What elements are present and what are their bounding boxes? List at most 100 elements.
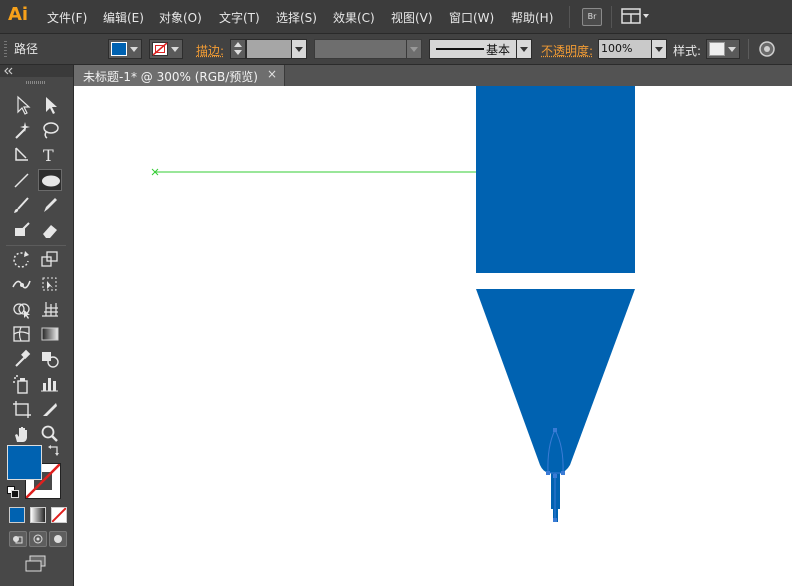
chevron-down-icon — [171, 47, 179, 52]
free-transform-tool[interactable] — [38, 273, 62, 295]
zoom-tool[interactable] — [38, 423, 62, 445]
collapse-panel-icon[interactable] — [3, 66, 15, 76]
symbol-sprayer-tool[interactable] — [10, 373, 34, 395]
lasso-icon — [43, 122, 59, 139]
blend-tool[interactable] — [38, 348, 62, 370]
tools-panel: T — [0, 65, 74, 586]
width-icon — [12, 280, 31, 289]
slice-tool[interactable] — [38, 398, 62, 420]
svg-text:T: T — [43, 146, 54, 165]
gradient-mode-button[interactable] — [30, 507, 46, 523]
free-transform-icon — [42, 277, 57, 291]
hand-tool[interactable] — [10, 423, 34, 445]
none-mode-button[interactable] — [51, 507, 67, 523]
menu-separator — [569, 6, 570, 28]
anchor-point[interactable] — [553, 428, 557, 432]
direct-selection-tool[interactable] — [38, 94, 62, 116]
menu-select[interactable]: 选择(S) — [276, 9, 317, 26]
swap-fill-stroke-button[interactable] — [47, 443, 61, 457]
variable-width-dropdown[interactable] — [406, 39, 422, 59]
menu-file[interactable]: 文件(F) — [47, 9, 87, 26]
stroke-color-button[interactable] — [149, 39, 183, 59]
pen-nib-icon — [15, 147, 28, 161]
blob-brush-tool[interactable] — [10, 219, 34, 241]
stroke-weight-dropdown[interactable] — [291, 39, 307, 59]
gradient-icon — [41, 327, 59, 341]
fill-color-box[interactable] — [7, 445, 42, 480]
draw-inside-button[interactable] — [49, 531, 67, 547]
stroke-weight-stepper[interactable] — [230, 39, 246, 59]
tools-panel-header[interactable] — [0, 65, 73, 77]
menu-window[interactable]: 窗口(W) — [449, 9, 494, 26]
blob-brush-icon — [15, 222, 30, 236]
anchor-point[interactable] — [553, 518, 557, 522]
artboard-tool[interactable] — [10, 398, 34, 420]
stroke-weight-input[interactable] — [246, 39, 292, 59]
rotate-tool[interactable] — [10, 248, 34, 270]
workspace-switcher-button[interactable] — [620, 7, 652, 25]
spray-can-icon — [13, 375, 28, 394]
shape-builder-tool[interactable] — [10, 298, 34, 320]
opacity-label[interactable]: 不透明度: — [541, 42, 593, 59]
tools-panel-grip[interactable] — [26, 81, 46, 84]
color-wheel-icon — [759, 41, 775, 57]
brush-definition-dropdown[interactable] — [516, 39, 532, 59]
eraser-tool[interactable] — [38, 219, 62, 241]
menu-separator — [611, 6, 612, 28]
fill-color-button[interactable] — [108, 39, 142, 59]
ellipse-tool[interactable] — [38, 169, 62, 191]
lasso-tool[interactable] — [38, 119, 62, 141]
menu-help[interactable]: 帮助(H) — [511, 9, 553, 26]
anchor-point[interactable] — [561, 471, 565, 475]
menu-object[interactable]: 对象(O) — [159, 9, 202, 26]
bridge-button[interactable]: Br — [582, 8, 602, 26]
selection-tool[interactable] — [10, 94, 34, 116]
menu-edit[interactable]: 编辑(E) — [103, 9, 144, 26]
bar-graph-icon — [41, 378, 58, 392]
recolor-artwork-button[interactable] — [758, 40, 776, 58]
brush-definition-field[interactable]: 基本 — [429, 39, 517, 59]
draw-normal-button[interactable] — [9, 531, 27, 547]
chevron-down-icon — [295, 47, 303, 52]
style-label: 样式: — [673, 44, 702, 58]
color-mode-button[interactable] — [9, 507, 25, 523]
scale-tool[interactable] — [38, 248, 62, 270]
menu-effect[interactable]: 效果(C) — [333, 9, 375, 26]
pencil-tool[interactable] — [38, 194, 62, 216]
anchor-point[interactable] — [553, 474, 557, 478]
mesh-tool[interactable] — [10, 323, 34, 345]
close-tab-icon[interactable]: × — [267, 67, 277, 81]
width-tool[interactable] — [10, 273, 34, 295]
control-bar-grip[interactable] — [4, 41, 7, 57]
default-colors-button[interactable] — [7, 486, 19, 498]
pen-cone-shape[interactable] — [476, 289, 635, 473]
paintbrush-tool[interactable] — [10, 194, 34, 216]
artboard-canvas[interactable] — [74, 86, 792, 586]
eyedropper-tool[interactable] — [10, 348, 34, 370]
document-tab[interactable]: 未标题-1* @ 300% (RGB/预览) × — [74, 65, 285, 86]
pen-tool[interactable] — [10, 144, 34, 166]
column-graph-tool[interactable] — [38, 373, 62, 395]
graphic-style-button[interactable] — [706, 39, 740, 59]
draw-behind-button[interactable] — [29, 531, 47, 547]
menu-type[interactable]: 文字(T) — [219, 9, 260, 26]
brush-profile-label: 基本 — [486, 43, 511, 57]
opacity-value: 100% — [601, 42, 633, 55]
opacity-input[interactable]: 100% — [598, 39, 652, 59]
magic-wand-tool[interactable] — [10, 119, 34, 141]
menu-view[interactable]: 视图(V) — [391, 9, 433, 26]
pencil-icon — [44, 198, 57, 212]
pen-body-rectangle[interactable] — [476, 86, 635, 273]
opacity-dropdown[interactable] — [651, 39, 667, 59]
type-tool[interactable]: T — [38, 144, 62, 166]
screen-mode-button[interactable] — [24, 555, 48, 573]
stroke-weight-label[interactable]: 描边: — [196, 42, 224, 59]
anchor-point[interactable] — [546, 471, 550, 475]
eyedropper-icon — [15, 349, 31, 367]
perspective-grid-tool[interactable] — [38, 298, 62, 320]
artwork-layer — [151, 86, 635, 522]
variable-width-profile[interactable] — [314, 39, 408, 59]
document-tab-title: 未标题-1* @ 300% (RGB/预览) — [83, 70, 258, 84]
line-segment-tool[interactable] — [10, 169, 34, 191]
gradient-tool[interactable] — [38, 323, 62, 345]
